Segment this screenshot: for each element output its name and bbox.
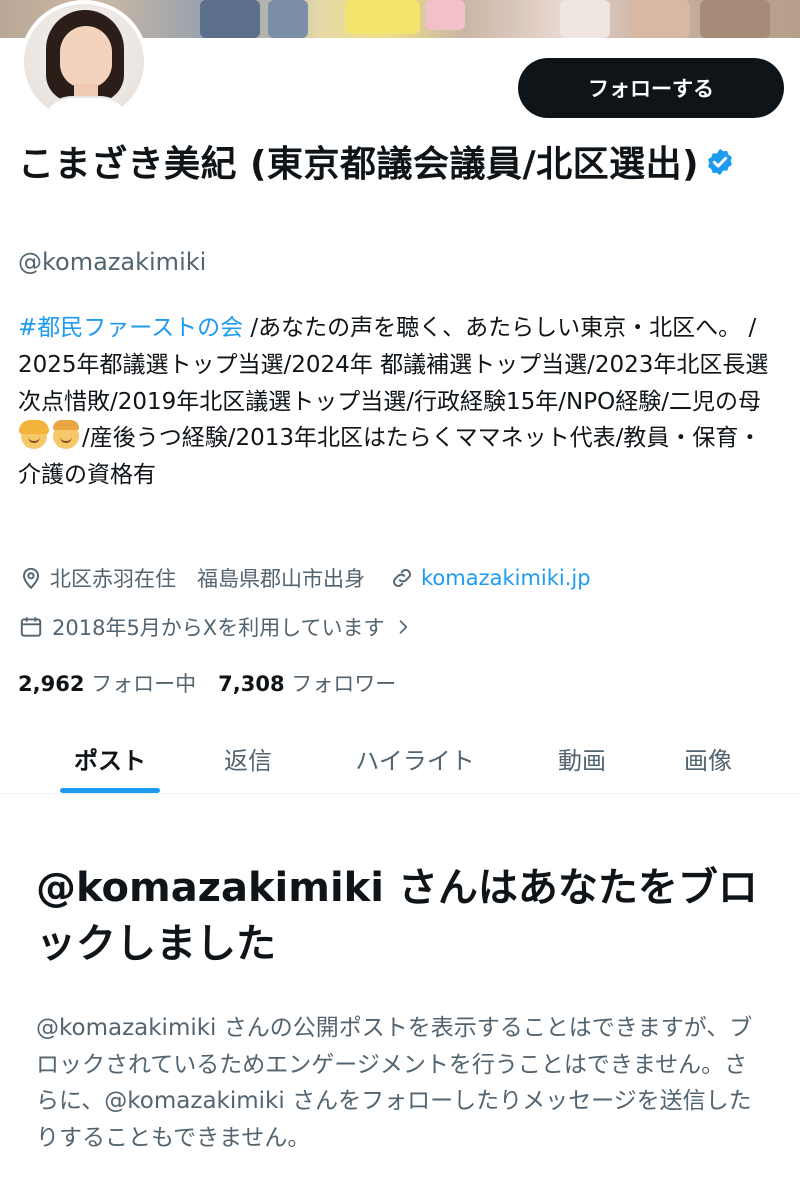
location-text: 北区赤羽在住 福島県郡山市出身 [50,567,365,591]
blocked-notice-title: @komazakimiki さんはあなたをブロックしました [36,865,758,967]
chevron-right-icon [399,620,407,634]
profile-handle: @komazakimiki [18,248,207,276]
tab-images[interactable]: 画像 [650,722,766,794]
joined-date-text: 2018年5月からXを利用しています [52,616,385,640]
boy-emoji-icon [53,420,79,450]
following-label: フォロー中 [91,672,197,696]
website-link[interactable]: komazakimiki.jp [421,566,591,590]
active-tab-indicator [60,788,160,793]
following-link[interactable]: 2,962 フォロー中 [18,672,196,696]
location-pin-icon [22,567,40,590]
followers-count: 7,308 [218,672,285,696]
profile-bio: #都民ファーストの会 /あなたの声を聴く、あたらしい東京・北区へ。 / 2025… [18,310,782,494]
tab-highlights[interactable]: ハイライト [330,722,500,794]
link-icon [393,569,411,587]
profile-avatar[interactable] [20,0,148,124]
profile-tabs: ポスト 返信 ハイライト 動画 画像 [0,722,800,794]
follow-button[interactable]: フォローする [518,58,784,118]
blocked-notice-description: @komazakimiki さんの公開ポストを表示することはできますが、ブロック… [36,1015,753,1151]
followers-link[interactable]: 7,308 フォロワー [218,672,396,696]
girl-emoji-icon [19,420,49,450]
followers-label: フォロワー [291,672,397,696]
profile-display-name: こまざき美紀 (東京都議会議員/北区選出) [18,140,738,190]
bio-hashtag-link[interactable]: #都民ファーストの会 [18,315,243,341]
tab-posts[interactable]: ポスト [40,722,180,794]
tab-videos[interactable]: 動画 [524,722,640,794]
joined-date-row[interactable]: 2018年5月からXを利用しています [18,612,413,642]
verified-badge-icon[interactable] [705,147,735,177]
display-name-text: こまざき美紀 (東京都議会議員/北区選出) [18,144,700,185]
bio-text-continued: /産後うつ経験/2013年北区はたらくママネット代表/教員・保育・介護の資格有 [18,425,762,489]
tab-replies[interactable]: 返信 [190,722,306,794]
following-count: 2,962 [18,672,85,696]
profile-meta-row: 北区赤羽在住 福島県郡山市出身 komazakimiki.jp [18,563,591,593]
follow-stats: 2,962 フォロー中 7,308 フォロワー [18,668,396,698]
calendar-icon [20,617,42,637]
